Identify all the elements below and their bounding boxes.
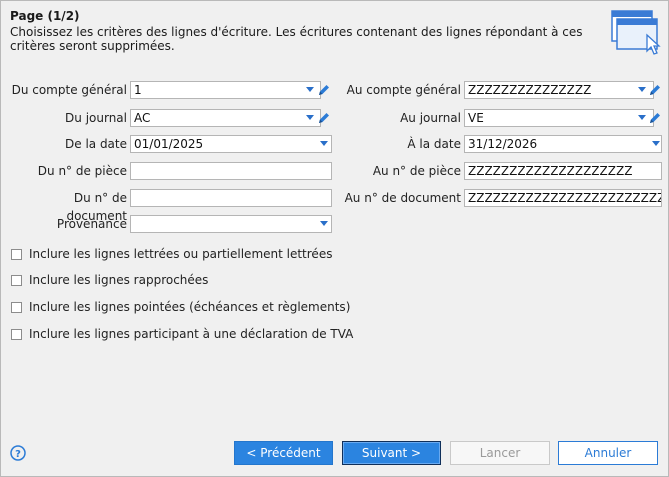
pencil-icon[interactable] <box>648 111 662 125</box>
option-lettrees[interactable]: Inclure les lignes lettrées ou partielle… <box>11 246 332 262</box>
pencil-icon[interactable] <box>648 83 662 97</box>
option-pointees[interactable]: Inclure les lignes pointées (échéances e… <box>11 299 350 315</box>
checkbox[interactable] <box>11 248 22 260</box>
pencil-icon[interactable] <box>317 111 331 125</box>
from-document-field[interactable] <box>130 189 332 207</box>
page-description: Choisissez les critères des lignes d'écr… <box>10 25 583 53</box>
from-document-label: Du n° de document <box>66 191 127 223</box>
to-date-label: À la date <box>407 137 461 151</box>
chevron-down-icon[interactable] <box>652 141 660 146</box>
to-journal-label: Au journal <box>400 111 461 125</box>
to-piece-field[interactable]: ZZZZZZZZZZZZZZZZZZZZ <box>464 162 662 180</box>
from-piece-label: Du n° de pièce <box>37 164 127 178</box>
from-journal-field[interactable]: AC <box>130 109 321 127</box>
to-account-field[interactable]: ZZZZZZZZZZZZZZZ <box>464 81 654 99</box>
from-journal-label: Du journal <box>65 111 127 125</box>
to-date-field[interactable]: 31/12/2026 <box>464 135 662 153</box>
chevron-down-icon[interactable] <box>638 115 646 120</box>
provenance-select[interactable] <box>130 215 332 233</box>
chevron-down-icon[interactable] <box>306 115 314 120</box>
checkbox[interactable] <box>11 301 22 313</box>
chevron-down-icon[interactable] <box>638 87 646 92</box>
window-cursor-icon <box>611 10 661 55</box>
provenance-label: Provenance <box>56 217 127 231</box>
help-icon[interactable]: ? <box>10 445 26 461</box>
option-rapprochees[interactable]: Inclure les lignes rapprochées <box>11 272 208 288</box>
checkbox[interactable] <box>11 328 22 340</box>
option-label: Inclure les lignes rapprochées <box>29 273 209 287</box>
option-label: Inclure les lignes pointées (échéances e… <box>29 300 351 314</box>
from-account-field[interactable]: 1 <box>130 81 321 99</box>
next-button[interactable]: Suivant > <box>342 441 441 465</box>
cancel-button[interactable]: Annuler <box>558 441 658 465</box>
to-journal-field[interactable]: VE <box>464 109 654 127</box>
option-label: Inclure les lignes participant à une déc… <box>29 327 354 341</box>
chevron-down-icon[interactable] <box>320 221 328 226</box>
option-tva[interactable]: Inclure les lignes participant à une déc… <box>11 326 353 342</box>
from-date-label: De la date <box>65 137 127 151</box>
to-account-label: Au compte général <box>346 83 461 97</box>
to-piece-label: Au n° de pièce <box>372 164 461 178</box>
from-account-label: Du compte général <box>11 83 127 97</box>
chevron-down-icon[interactable] <box>306 87 314 92</box>
from-date-field[interactable]: 01/01/2025 <box>130 135 332 153</box>
previous-button[interactable]: < Précédent <box>234 441 333 465</box>
to-document-label: Au n° de document <box>344 191 461 205</box>
chevron-down-icon[interactable] <box>320 141 328 146</box>
page-title: Page (1/2) <box>10 9 80 23</box>
option-label: Inclure les lignes lettrées ou partielle… <box>29 247 333 261</box>
run-button[interactable]: Lancer <box>450 441 550 465</box>
checkbox[interactable] <box>11 274 22 286</box>
svg-text:?: ? <box>15 449 21 460</box>
pencil-icon[interactable] <box>317 83 331 97</box>
dialog-frame <box>0 0 669 477</box>
to-document-field[interactable]: ZZZZZZZZZZZZZZZZZZZZZZZZZZZZZZZZZZZ <box>464 189 662 207</box>
from-piece-field[interactable] <box>130 162 332 180</box>
